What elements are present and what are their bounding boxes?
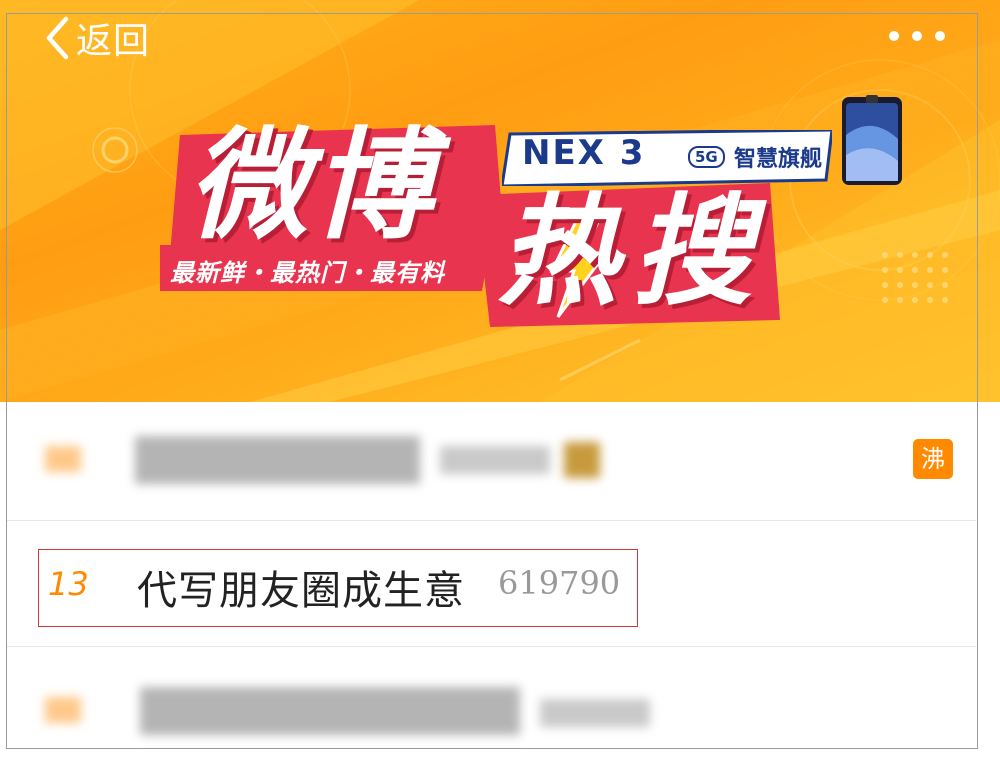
blurred-emoji: [564, 442, 600, 478]
blurred-count: [540, 699, 650, 727]
ad-5g-badge: 5G: [688, 146, 725, 168]
ad-tagline: 智慧旗舰: [734, 147, 823, 172]
weibo-hot-search-logo: 微博 热搜 最新鲜・最热门・最有料 NEX 3 5G 智慧旗舰: [160, 95, 832, 335]
back-label: 返回: [76, 21, 151, 62]
logo-text-weibo: 微博: [188, 117, 436, 256]
blurred-rank: [45, 446, 81, 472]
blurred-rank: [45, 697, 81, 723]
more-dots-icon: [889, 31, 945, 41]
back-button[interactable]: 返回: [44, 14, 150, 62]
nex3-ad-bar[interactable]: NEX 3 5G 智慧旗舰: [502, 130, 832, 186]
logo-text-resou: 热搜: [498, 183, 766, 322]
hot-search-banner: 返回 微博 热搜 最新鲜・最热门・最有料 NEX 3 5G 智慧旗舰: [0, 0, 1000, 402]
more-button[interactable]: [886, 26, 948, 50]
blurred-title: [140, 687, 520, 735]
highlight-annotation-box: [38, 549, 638, 627]
blurred-title: [135, 436, 420, 484]
hot-badge: 沸: [913, 439, 953, 479]
blurred-count: [440, 446, 550, 474]
banner-slogan: 最新鲜・最热门・最有料: [170, 259, 445, 287]
phone-product-image: [842, 95, 902, 185]
hot-search-list: 沸 13 代写朋友圈成生意 619790: [0, 402, 1000, 765]
list-item[interactable]: 沸: [0, 402, 1000, 520]
chevron-left-icon: [46, 16, 69, 60]
ad-brand: NEX 3: [522, 133, 646, 173]
list-item[interactable]: [0, 647, 1000, 765]
